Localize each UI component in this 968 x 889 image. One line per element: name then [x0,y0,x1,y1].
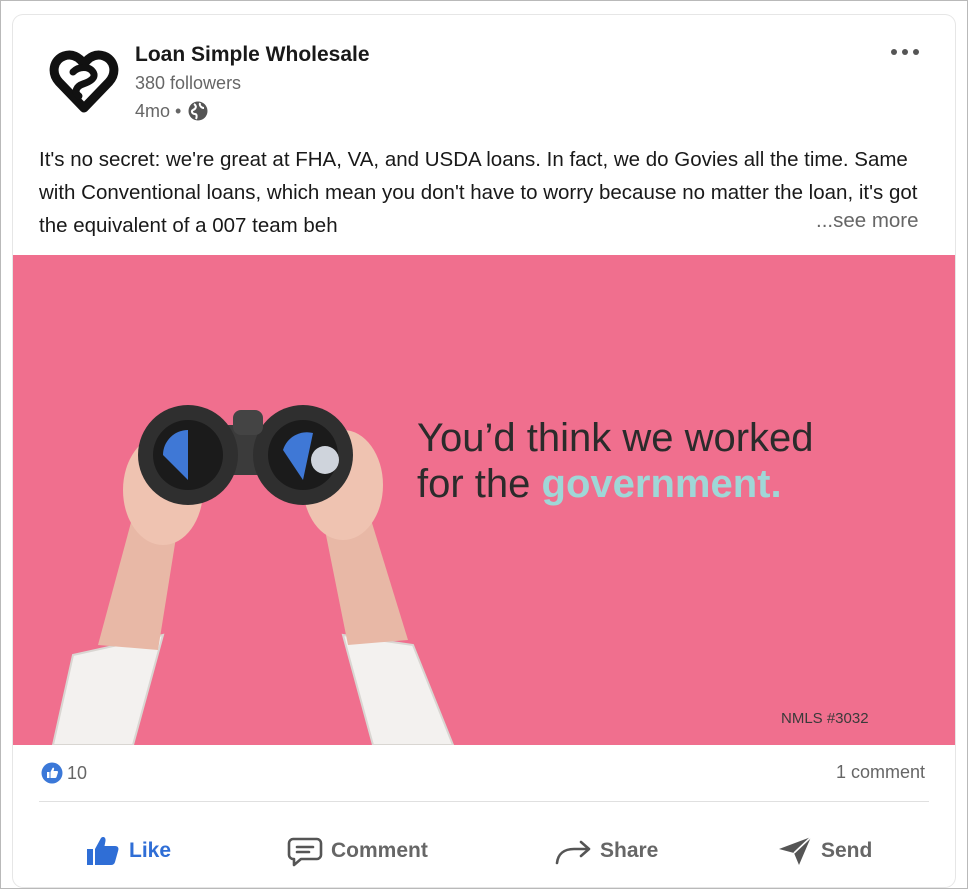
like-reaction-icon [41,762,63,784]
reaction-summary[interactable]: 10 [41,762,87,784]
nmls-number: NMLS #3032 [781,710,869,727]
see-more-link[interactable]: ...see more [810,209,919,233]
post-age: 4mo • [135,100,182,121]
send-label: Send [821,839,873,862]
headline-line-1: You’d think we worked [417,416,814,460]
comment-icon [287,837,323,867]
feed-post-card: Loan Simple Wholesale 380 followers 4mo … [13,15,955,887]
company-name[interactable]: Loan Simple Wholesale [135,43,370,67]
company-logo[interactable] [49,48,119,114]
share-arrow-icon [555,840,591,865]
post-actions: Like Comment Share Send [13,821,955,881]
post-meta: 4mo • [135,100,209,122]
headline-line-2: for the government. [417,461,814,507]
like-button[interactable]: Like [85,821,171,881]
follower-count: 380 followers [135,73,242,93]
actions-divider [39,801,929,802]
comment-count[interactable]: 1 comment [836,762,925,783]
comment-label: Comment [331,839,428,862]
share-button[interactable]: Share [554,821,658,881]
more-options-icon[interactable] [881,37,929,67]
image-headline: You’d think we worked for the government… [417,415,814,507]
headline-accent: government. [541,462,782,506]
headline-prefix: for the [417,462,531,506]
share-label: Share [600,839,659,862]
globe-icon [188,101,208,121]
window-frame: Loan Simple Wholesale 380 followers 4mo … [0,0,968,889]
reaction-count: 10 [67,762,88,783]
send-button[interactable]: Send [777,821,872,881]
post-text: It's no secret: we're great at FHA, VA, … [39,148,918,237]
loan-simple-heart-logo-icon [49,50,119,113]
like-label: Like [129,839,172,862]
comment-button[interactable]: Comment [287,821,428,881]
thumbs-up-icon [87,837,119,865]
post-image[interactable]: You’d think we worked for the government… [13,255,955,745]
send-plane-icon [779,836,812,865]
